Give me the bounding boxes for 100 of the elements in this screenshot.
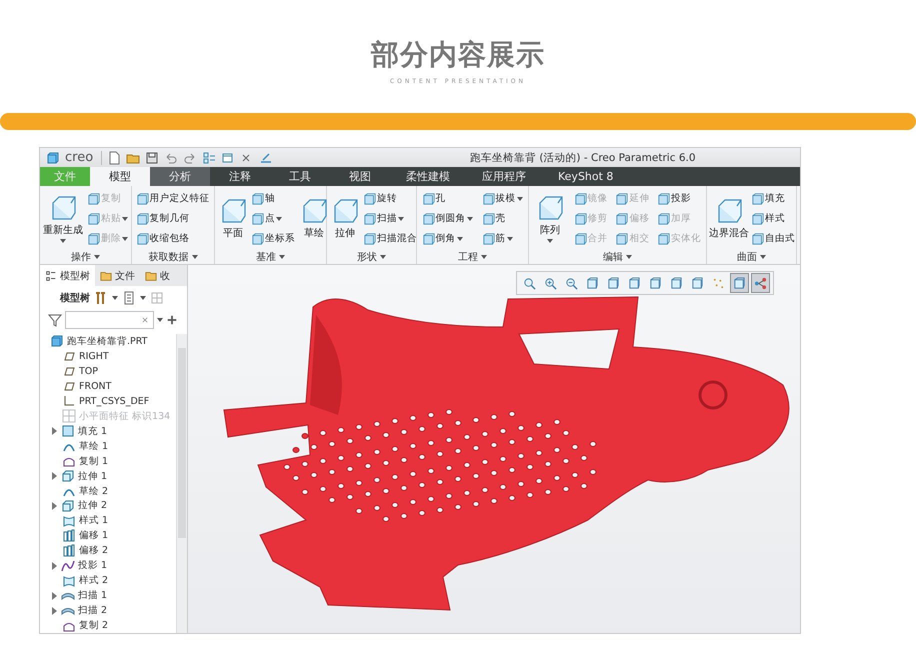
tool-icon bbox=[88, 192, 100, 204]
tree-item[interactable]: RIGHT bbox=[50, 348, 176, 364]
layers-icon bbox=[62, 544, 76, 558]
panel-tab[interactable]: 文件 bbox=[95, 265, 140, 286]
group-label[interactable]: 获取数据 bbox=[148, 250, 188, 264]
tree-item[interactable]: 偏移 2 bbox=[50, 543, 176, 558]
caret-icon bbox=[192, 255, 198, 259]
ribbon-button[interactable]: 重新生成 bbox=[43, 194, 83, 242]
ribbon-button[interactable]: 坐标系 bbox=[252, 230, 295, 247]
ribbon-tab[interactable]: 分析 bbox=[150, 167, 210, 186]
wave-icon bbox=[61, 558, 75, 573]
group-label[interactable]: 曲面 bbox=[737, 250, 757, 264]
caret-icon bbox=[546, 238, 553, 242]
ribbon-button[interactable]: 点 bbox=[252, 210, 295, 227]
tree-item[interactable]: 投影 1 bbox=[50, 558, 176, 574]
expand-arrow-icon[interactable] bbox=[50, 472, 58, 480]
ribbon-tab[interactable]: 柔性建模 bbox=[390, 167, 466, 186]
surface-icon bbox=[62, 514, 76, 528]
points-icon bbox=[712, 276, 725, 290]
tree-item[interactable]: 样式 2 bbox=[50, 573, 176, 588]
tree-item[interactable]: 扫描 1 bbox=[50, 588, 176, 604]
caret-icon bbox=[60, 238, 66, 242]
redo-icon bbox=[183, 150, 198, 164]
group-label[interactable]: 操作 bbox=[71, 250, 91, 264]
tree-item[interactable]: 跑车坐椅靠背.PRT bbox=[50, 334, 176, 349]
ribbon-button[interactable]: 拔模 bbox=[482, 190, 522, 207]
group-label[interactable]: 基准 bbox=[256, 250, 276, 264]
view-tool-button[interactable] bbox=[751, 273, 770, 293]
ribbon-tab[interactable]: 模型 bbox=[90, 167, 150, 186]
tree-item[interactable]: PRT_CSYS_DEF bbox=[50, 394, 176, 409]
tool-icon bbox=[616, 192, 628, 204]
caret-icon bbox=[122, 216, 128, 220]
ribbon-tab[interactable]: KeyShot 8 bbox=[542, 167, 630, 186]
clear-icon bbox=[140, 315, 150, 325]
grid-icon bbox=[150, 291, 164, 305]
caret-icon bbox=[140, 296, 146, 300]
caret-icon bbox=[276, 216, 282, 220]
panel-tab[interactable]: 收 bbox=[140, 265, 175, 286]
ribbon-button[interactable]: 复制几何 bbox=[136, 210, 210, 227]
tool-icon bbox=[422, 232, 434, 244]
ribbon-button[interactable]: 填充 bbox=[752, 190, 795, 207]
tree-item[interactable]: 偏移 1 bbox=[50, 528, 176, 544]
ribbon-button[interactable]: 扫描 bbox=[364, 210, 417, 227]
tree-item[interactable]: 样式 1 bbox=[50, 513, 176, 528]
cube-icon bbox=[46, 150, 60, 164]
group-label[interactable]: 工程 bbox=[458, 250, 478, 264]
ribbon-button[interactable]: 拉伸 bbox=[329, 198, 361, 240]
view-tool-button[interactable] bbox=[730, 273, 749, 293]
ribbon-button[interactable]: 扫描混合 bbox=[364, 230, 417, 247]
tool-icon bbox=[616, 232, 628, 244]
tree-item[interactable]: 复制 1 bbox=[50, 454, 176, 469]
search-field[interactable] bbox=[65, 311, 154, 329]
ribbon-button[interactable]: 倒圆角 bbox=[422, 210, 472, 227]
ribbon-button[interactable]: 投影 bbox=[658, 190, 702, 207]
tree-item[interactable]: 拉伸 1 bbox=[50, 468, 176, 484]
tool-icon bbox=[422, 212, 434, 224]
tree-item[interactable]: 填充 1 bbox=[50, 424, 176, 439]
ribbon-tab[interactable]: 工具 bbox=[270, 167, 330, 186]
tool-icon bbox=[136, 192, 148, 204]
ribbon-button[interactable]: 草绘 bbox=[298, 198, 330, 240]
ribbon-button[interactable]: 倒角 bbox=[422, 230, 472, 247]
ribbon-button[interactable]: 壳 bbox=[482, 210, 522, 227]
tree-item[interactable]: 扫描 2 bbox=[50, 603, 176, 618]
caret-icon bbox=[466, 216, 472, 220]
ribbon-button[interactable]: 收缩包络 bbox=[136, 230, 210, 247]
tree-item[interactable]: TOP bbox=[50, 364, 176, 379]
tool-icon bbox=[752, 232, 764, 244]
tree-item[interactable]: 草绘 1 bbox=[50, 438, 176, 454]
ribbon-tab[interactable]: 应用程序 bbox=[466, 167, 542, 186]
panel-tab[interactable]: 模型树 bbox=[40, 265, 95, 286]
tool-icon bbox=[658, 232, 670, 244]
tree-item[interactable]: FRONT bbox=[50, 378, 176, 394]
ribbon-button[interactable]: 旋转 bbox=[364, 190, 417, 207]
scrollbar[interactable] bbox=[176, 334, 187, 633]
ribbon-tab[interactable]: 注释 bbox=[210, 167, 270, 186]
tool-icon bbox=[482, 232, 494, 244]
axes-icon bbox=[62, 394, 76, 408]
ribbon-button[interactable]: 平面 bbox=[217, 198, 249, 240]
tree-item[interactable]: 复制 2 bbox=[50, 618, 176, 634]
ribbon-button[interactable]: 样式 bbox=[752, 210, 795, 227]
caret-icon bbox=[506, 236, 512, 240]
tree-item[interactable]: 草绘 2 bbox=[50, 484, 176, 498]
ribbon-button[interactable]: 阵列 bbox=[534, 194, 566, 242]
expand-arrow-icon[interactable] bbox=[50, 427, 58, 436]
ribbon-button[interactable]: 用户定义特征 bbox=[136, 190, 210, 207]
caret-icon bbox=[380, 255, 386, 259]
tree-item[interactable]: 拉伸 2 bbox=[50, 498, 176, 514]
ribbon-tab[interactable]: 视图 bbox=[330, 167, 390, 186]
ribbon-button[interactable]: 筋 bbox=[482, 230, 522, 247]
ribbon-button[interactable]: 自由式 bbox=[752, 230, 795, 247]
tool-icon bbox=[658, 212, 670, 224]
ribbon-button[interactable]: 轴 bbox=[252, 190, 295, 207]
group-label[interactable]: 形状 bbox=[357, 250, 377, 264]
ribbon-button[interactable]: 边界混合 bbox=[709, 198, 749, 240]
group-label[interactable]: 编辑 bbox=[603, 250, 623, 264]
expand-arrow-icon[interactable] bbox=[50, 502, 58, 510]
ribbon-button[interactable]: 孔 bbox=[422, 190, 472, 207]
cube-icon bbox=[50, 334, 64, 348]
expand-arrow-icon[interactable] bbox=[50, 562, 58, 570]
new-file-icon bbox=[107, 150, 122, 164]
